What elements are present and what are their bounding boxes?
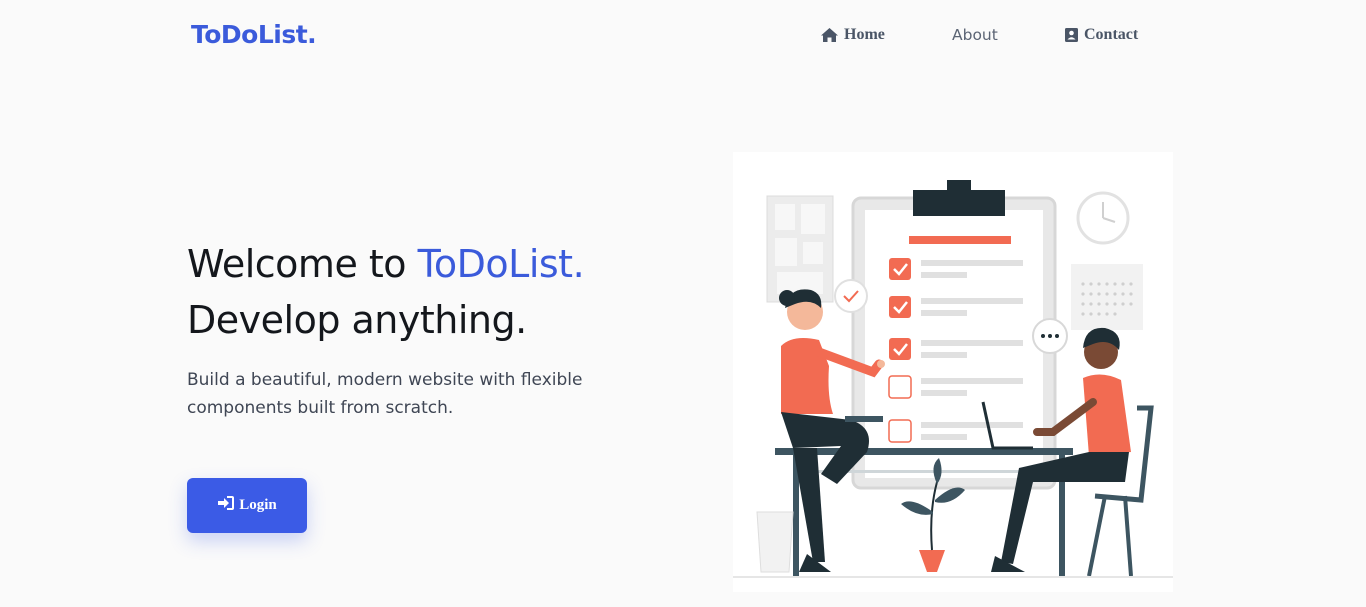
hero-title-accent: ToDoList.: [417, 242, 585, 286]
hero-illustration: [733, 152, 1173, 592]
nav-home-link[interactable]: Home: [820, 26, 885, 44]
hero-subtitle: Build a beautiful, modern website with f…: [187, 370, 583, 418]
main-nav: Home About Contact: [0, 26, 1366, 48]
nav-contact-label: Contact: [1084, 26, 1139, 43]
nav-about-link[interactable]: About: [952, 26, 998, 44]
nav-about-label: About: [952, 26, 998, 44]
contact-card-icon: [1064, 27, 1079, 43]
hero-title-prefix: Welcome to: [187, 242, 418, 286]
sign-in-icon: [217, 496, 235, 515]
login-button[interactable]: Login: [187, 478, 307, 533]
home-icon: [820, 27, 839, 43]
login-label: Login: [239, 497, 277, 513]
hero-title: Welcome to ToDoList. Develop anything.: [187, 236, 585, 348]
hero-title-line2: Develop anything.: [187, 298, 527, 342]
nav-home-label: Home: [844, 26, 885, 43]
nav-contact-link[interactable]: Contact: [1064, 26, 1138, 44]
